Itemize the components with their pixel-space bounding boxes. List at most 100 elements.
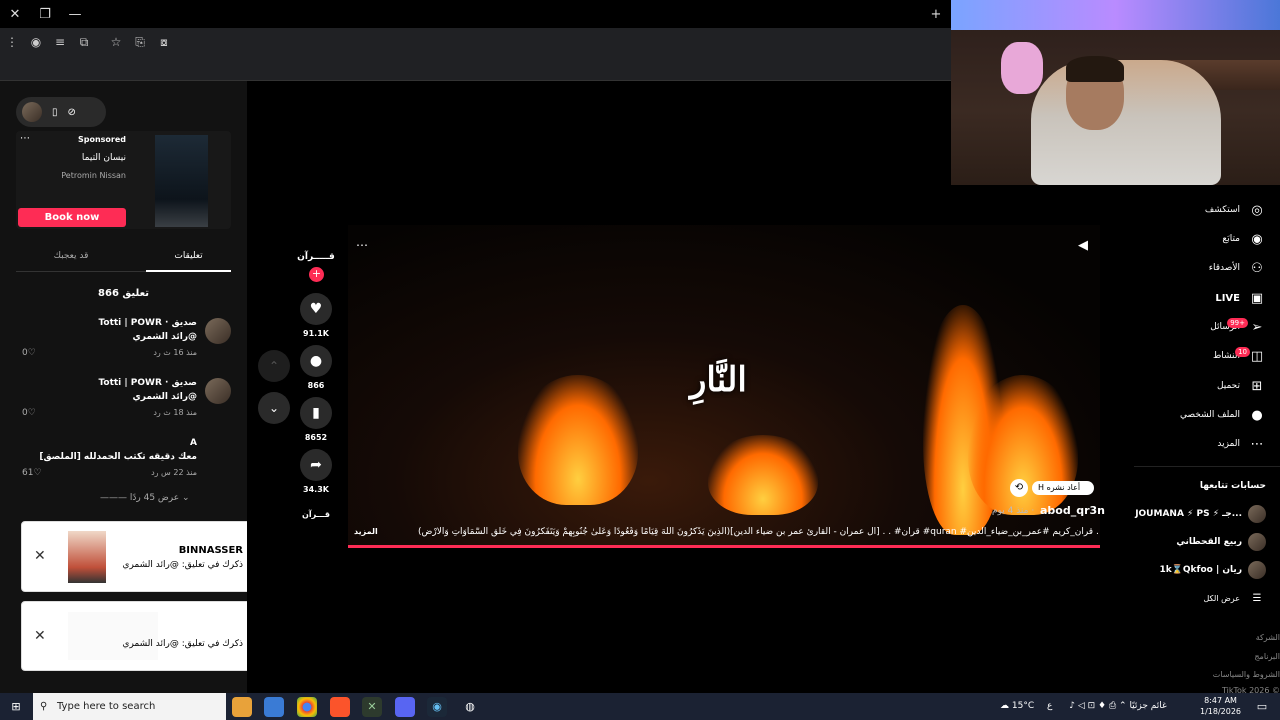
comment-meta[interactable]: منذ 16 ث رد [153, 348, 197, 357]
footer-link[interactable]: الشروط والسياسات [1213, 670, 1280, 679]
windows-start-icon[interactable]: ⊞ [6, 697, 26, 717]
tab-comments[interactable]: تعليقات [146, 251, 231, 272]
sidebar-item-explore[interactable]: استكشف ◎ [1205, 200, 1266, 220]
sound-label[interactable]: قـــرآن [296, 510, 336, 519]
like-button[interactable]: ♥ [300, 293, 332, 325]
footer-link[interactable]: الشركة [1256, 633, 1280, 642]
list-icon: ☰ [1252, 592, 1262, 604]
discord-icon[interactable] [395, 697, 415, 717]
avatar[interactable] [205, 378, 231, 404]
caption-more-button[interactable]: المزيد [354, 527, 378, 536]
account-name: 1k⌛Qkfoo | ريان [1159, 565, 1242, 575]
steam-icon[interactable]: ◉ [427, 697, 447, 717]
profile-icon[interactable]: ◉ [24, 35, 48, 49]
repost-icon[interactable]: ⟲ [1010, 479, 1028, 497]
tab-you-may-like[interactable]: قد يعجبك [16, 251, 126, 261]
video-progress-bar[interactable] [348, 545, 1100, 548]
avatar [1248, 533, 1266, 551]
menu-icon[interactable]: ⋮ [0, 35, 24, 49]
extensions-icon[interactable]: ⧉ [72, 35, 96, 50]
notification-center-icon[interactable]: ▭ [1252, 697, 1272, 717]
close-icon[interactable]: ✕ [34, 628, 46, 644]
messages-badge: 99+ [1227, 318, 1248, 328]
sponsored-ad[interactable]: ⋯ Sponsored نيسان التيما Petromin Nissan… [16, 131, 231, 229]
reading-list-icon[interactable]: ≡ [48, 35, 72, 49]
video-author[interactable]: abod_qr3n [1040, 504, 1105, 517]
browser-toolbar: ⋮ ◉ ≡ ⧉ ☆ ⎘ ⧇ [0, 28, 951, 56]
ad-more-icon[interactable]: ⋯ [20, 133, 30, 144]
show-all-accounts-button[interactable]: عرض الكل ☰ [1203, 588, 1266, 608]
repost-badge[interactable]: H أعاد نشره [1032, 481, 1095, 495]
followed-account[interactable]: ربيع القحطاني [1176, 533, 1266, 551]
system-clock[interactable]: 8:47 AM 1/18/2026 [1200, 695, 1241, 717]
webcam-hair [1066, 56, 1124, 82]
share-count: 34.3K [303, 485, 329, 494]
tab-search-icon[interactable]: ⎘ [128, 35, 152, 50]
activity-icon: ◫ [1250, 348, 1264, 364]
video-more-icon[interactable]: ⋯ [356, 238, 368, 252]
sidebar-item-profile[interactable]: الملف الشخصي ● [1180, 405, 1266, 425]
sidebar-item-more[interactable]: المزيد ⋯ [1217, 434, 1266, 454]
comment-meta[interactable]: منذ 22 س رد [151, 468, 197, 477]
avatar[interactable] [205, 318, 231, 344]
obs-icon[interactable]: ◍ [460, 697, 480, 717]
comment-author[interactable]: Totti | POWR · صديق [98, 378, 197, 388]
minimize-window-button[interactable]: — [60, 7, 90, 22]
previous-video-button[interactable]: ⌃ [258, 350, 290, 382]
new-tab-button[interactable]: + [921, 7, 951, 22]
avatar[interactable] [22, 102, 42, 122]
comment-button[interactable]: ● [300, 345, 332, 377]
sidebar-item-friends[interactable]: الأصدقاء ⚇ [1209, 258, 1266, 278]
tray-icons[interactable]: ⌃ ⎙ ♦ ⊡ ◁ ♪ [1069, 701, 1126, 711]
sidebar-item-upload[interactable]: تحميل ⊞ [1217, 376, 1266, 396]
brave-icon[interactable] [330, 697, 350, 717]
view-replies-button[interactable]: ——— عرض 45 ردًا ⌄ [100, 493, 190, 503]
comments-tabs: تعليقات قد يعجبك [16, 246, 231, 272]
followed-account[interactable]: 1k⌛Qkfoo | ريان [1159, 561, 1266, 579]
cast-icon[interactable]: ⧇ [152, 35, 176, 50]
next-video-button[interactable]: ⌄ [258, 392, 290, 424]
compass-icon[interactable]: ⊘ [68, 107, 76, 118]
store-icon[interactable] [264, 697, 284, 717]
share-button[interactable]: ➦ [300, 449, 332, 481]
sidebar-label: متابَع [1222, 234, 1240, 244]
sidebar-label: الأصدقاء [1208, 263, 1240, 273]
restore-window-button[interactable]: ❐ [30, 7, 60, 22]
search-placeholder: Type here to search [57, 701, 156, 712]
ad-thumbnail[interactable] [155, 135, 208, 227]
footer-link[interactable]: البرنامج [1254, 652, 1280, 661]
comment-like-button[interactable]: 0♡ [22, 348, 36, 358]
app-icon[interactable]: ✕ [362, 697, 382, 717]
creator-name[interactable]: قـــــرآن [296, 252, 336, 262]
comment-author[interactable]: Totti | POWR · صديق [98, 318, 197, 328]
book-now-button[interactable]: Book now [18, 208, 126, 227]
more-icon: ⋯ [1250, 436, 1264, 452]
close-icon[interactable]: ✕ [34, 548, 46, 564]
chrome-icon[interactable] [297, 697, 317, 717]
file-explorer-icon[interactable] [232, 697, 252, 717]
sidebar-item-live[interactable]: LIVE ▣ [1215, 288, 1266, 308]
comment-like-button[interactable]: 61♡ [22, 468, 42, 478]
sidebar-item-following[interactable]: متابَع ◉ [1222, 229, 1266, 249]
compass-icon: ◎ [1251, 202, 1263, 218]
webcam-overlay [951, 0, 1280, 185]
comment-meta[interactable]: منذ 18 ث رد [153, 408, 197, 417]
phone-icon[interactable]: ▯ [52, 107, 58, 118]
video-overlay-title: النَّارِ [690, 360, 747, 400]
avatar [1248, 561, 1266, 579]
taskbar-search-input[interactable]: ⚲ Type here to search [33, 693, 226, 720]
bookmark-star-icon[interactable]: ☆ [104, 35, 128, 49]
upload-icon: ⊞ [1251, 378, 1263, 394]
follow-plus-icon[interactable]: + [309, 267, 324, 282]
weather-icon[interactable]: ☁ [1000, 701, 1009, 711]
comment-text: رائد الشمري@ [132, 332, 197, 342]
comment-author[interactable]: A [190, 438, 197, 448]
sidebar-label: المزيد [1217, 439, 1240, 449]
followed-account[interactable]: JOUMANA ⚡ PS ⚡ جـ... [1135, 505, 1266, 523]
close-window-button[interactable]: ✕ [0, 7, 30, 22]
language-indicator[interactable]: ع [1047, 701, 1052, 711]
comment-like-button[interactable]: 0♡ [22, 408, 36, 418]
volume-icon[interactable]: ◀ [1078, 238, 1088, 253]
save-button[interactable]: ▮ [300, 397, 332, 429]
device-switch-pill[interactable]: ▯ ⊘ [16, 97, 106, 127]
